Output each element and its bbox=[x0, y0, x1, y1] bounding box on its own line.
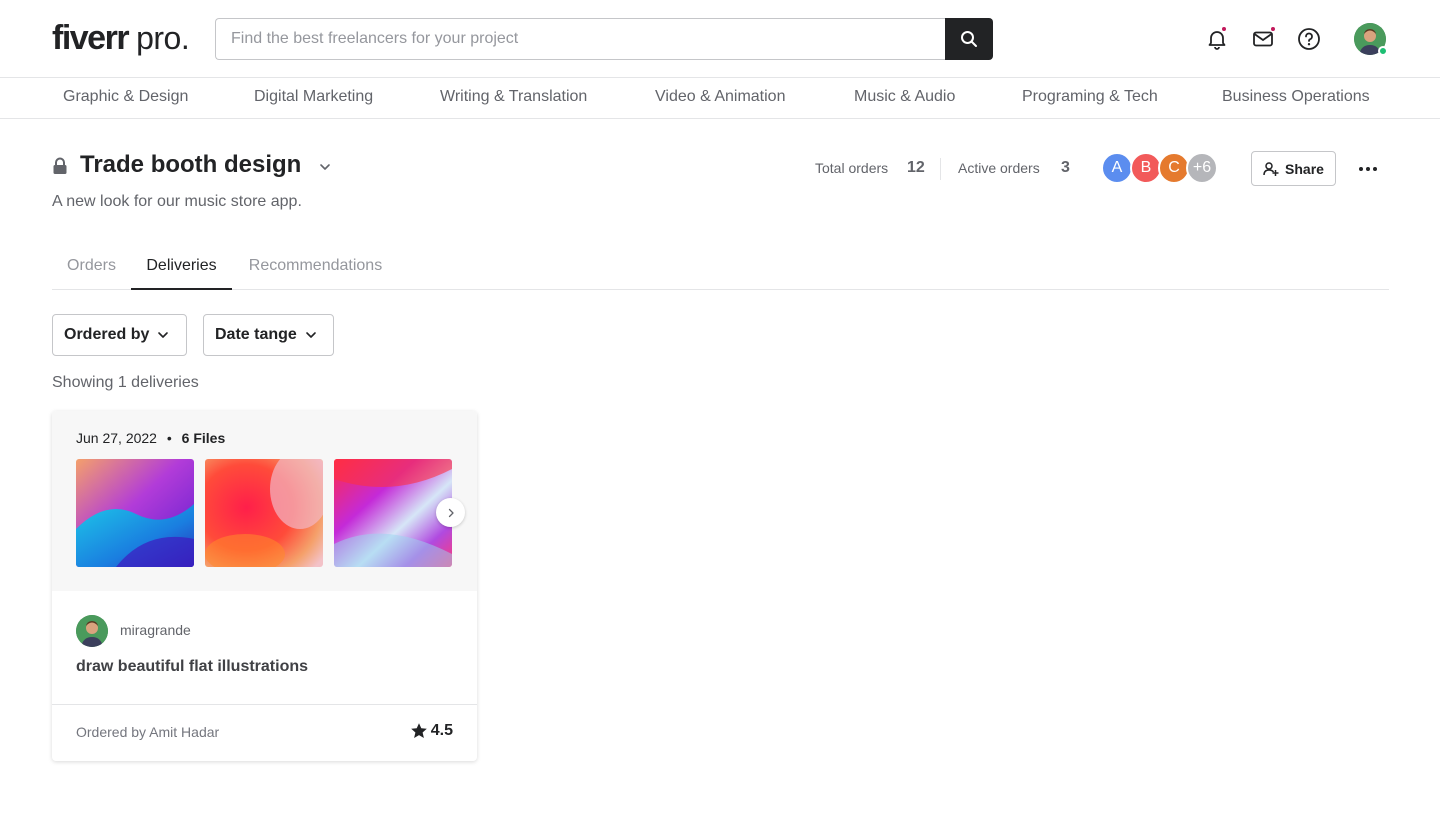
card-divider bbox=[52, 704, 477, 705]
ordered-by-text: Ordered by Amit Hadar bbox=[76, 724, 220, 740]
total-orders-label: Total orders bbox=[815, 160, 889, 176]
active-orders-label: Active orders bbox=[958, 160, 1040, 176]
project-tabs: Orders Deliveries Recommendations bbox=[52, 250, 1389, 290]
more-options-button[interactable] bbox=[1356, 157, 1380, 181]
file-preview-image bbox=[205, 459, 323, 567]
category-graphic-design[interactable]: Graphic & Design bbox=[63, 88, 188, 106]
more-members-badge[interactable]: +6 bbox=[1186, 152, 1218, 184]
help-icon bbox=[1298, 28, 1320, 50]
rating-value: 4.5 bbox=[430, 722, 453, 739]
add-user-icon bbox=[1263, 161, 1279, 176]
date-range-filter-label: Date tange bbox=[215, 326, 297, 343]
tab-recommendations[interactable]: Recommendations bbox=[232, 250, 399, 290]
tab-deliveries[interactable]: Deliveries bbox=[131, 250, 232, 290]
rating: 4.5 bbox=[410, 722, 453, 740]
delivery-thumbnail[interactable] bbox=[334, 459, 452, 567]
category-digital-marketing[interactable]: Digital Marketing bbox=[254, 88, 373, 106]
gig-title[interactable]: draw beautiful flat illustrations bbox=[76, 658, 308, 676]
logo-pro-text: pro. bbox=[136, 20, 190, 56]
search-bar bbox=[215, 18, 993, 60]
project-title: Trade booth design bbox=[80, 151, 302, 178]
file-preview-image bbox=[76, 459, 194, 567]
seller-avatar[interactable] bbox=[76, 615, 108, 647]
category-business-operations[interactable]: Business Operations bbox=[1222, 88, 1370, 106]
notification-dot bbox=[1221, 26, 1227, 32]
notifications-button[interactable] bbox=[1205, 26, 1229, 51]
help-button[interactable] bbox=[1297, 27, 1321, 51]
chevron-down-icon bbox=[305, 332, 316, 338]
messages-button[interactable] bbox=[1251, 26, 1276, 51]
user-avatar[interactable] bbox=[1354, 23, 1388, 56]
search-button[interactable] bbox=[945, 18, 993, 60]
meta-bullet: • bbox=[166, 430, 172, 446]
message-dot bbox=[1270, 26, 1276, 32]
date-range-filter[interactable]: Date tange bbox=[203, 314, 334, 356]
stats-divider bbox=[940, 158, 941, 180]
seller-name[interactable]: miragrande bbox=[120, 622, 191, 638]
ordered-by-filter-label: Ordered by bbox=[64, 326, 150, 343]
search-icon bbox=[961, 31, 977, 47]
category-writing-translation[interactable]: Writing & Translation bbox=[440, 88, 587, 106]
delivery-thumbnail[interactable] bbox=[76, 459, 194, 567]
results-count: Showing 1 deliveries bbox=[52, 374, 199, 391]
category-music-audio[interactable]: Music & Audio bbox=[854, 88, 955, 106]
delivery-meta: Jun 27, 2022 • 6 Files bbox=[76, 430, 225, 446]
file-preview-image bbox=[334, 459, 452, 567]
chevron-down-icon[interactable] bbox=[318, 160, 332, 174]
project-description: A new look for our music store app. bbox=[52, 193, 302, 210]
online-status-dot bbox=[1378, 46, 1388, 56]
ordered-by-filter[interactable]: Ordered by bbox=[52, 314, 187, 356]
delivery-date: Jun 27, 2022 bbox=[76, 430, 157, 446]
fiverr-pro-logo[interactable]: fiverr pro. bbox=[52, 16, 190, 60]
delivery-file-count: 6 Files bbox=[181, 430, 226, 446]
tab-orders[interactable]: Orders bbox=[52, 250, 131, 290]
more-horizontal-icon bbox=[1359, 167, 1377, 171]
search-input[interactable] bbox=[215, 18, 945, 60]
seller-photo-icon bbox=[76, 615, 108, 647]
delivery-thumbnail[interactable] bbox=[205, 459, 323, 567]
next-thumbnails-button[interactable] bbox=[436, 498, 465, 527]
logo-text: fiverr bbox=[52, 19, 130, 57]
share-button[interactable]: Share bbox=[1251, 151, 1336, 186]
total-orders-value: 12 bbox=[907, 159, 925, 176]
delivery-preview: Jun 27, 2022 • 6 Files bbox=[52, 411, 477, 591]
category-video-animation[interactable]: Video & Animation bbox=[655, 88, 785, 106]
top-header: fiverr pro. bbox=[0, 0, 1440, 78]
member-avatar[interactable]: A bbox=[1101, 152, 1133, 184]
active-orders-value: 3 bbox=[1061, 159, 1070, 176]
category-programming-tech[interactable]: Programing & Tech bbox=[1022, 88, 1158, 106]
delivery-card[interactable]: Jun 27, 2022 • 6 Files miragrande draw b… bbox=[52, 411, 477, 761]
category-nav: Graphic & Design Digital Marketing Writi… bbox=[0, 78, 1440, 119]
share-label: Share bbox=[1285, 160, 1324, 177]
star-icon bbox=[410, 723, 427, 738]
chevron-down-icon bbox=[158, 332, 169, 338]
lock-icon bbox=[53, 157, 67, 174]
chevron-right-icon bbox=[448, 508, 454, 517]
